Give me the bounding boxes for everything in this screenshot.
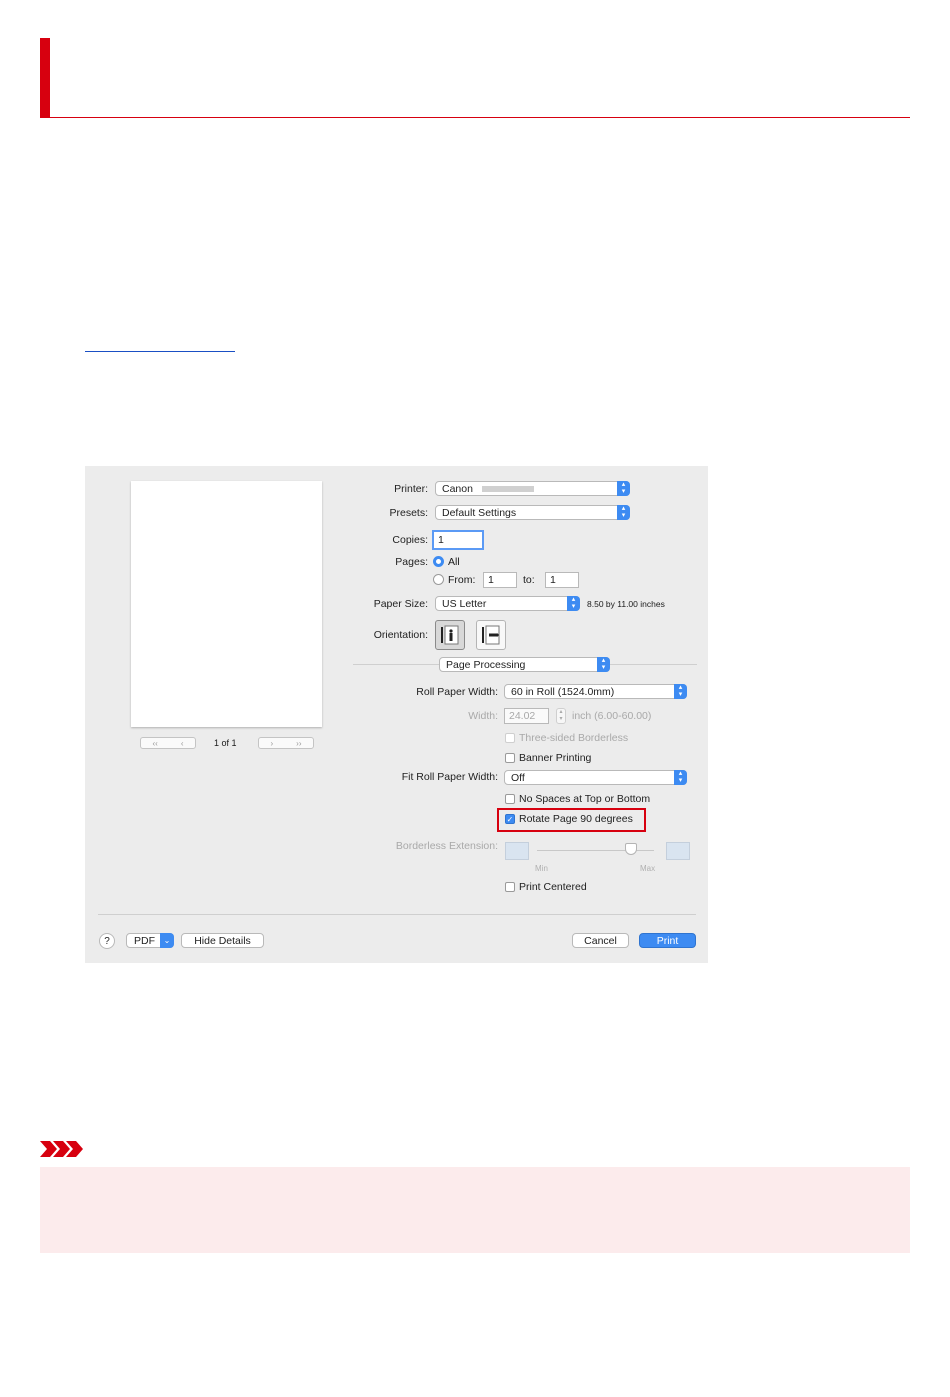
- pages-all-radio[interactable]: [433, 556, 444, 567]
- pdf-menu-button[interactable]: PDF ⌄: [126, 933, 174, 948]
- borderless-extension-label: Borderless Extension:: [395, 840, 498, 852]
- printer-popup[interactable]: Canon ▴ ▾: [435, 481, 630, 496]
- banner-printing-checkbox[interactable]: [505, 753, 515, 763]
- footer-separator: [98, 914, 696, 915]
- preview-prev-buttons[interactable]: ‹‹ ‹: [140, 737, 196, 749]
- borderless-max-icon: [666, 842, 690, 860]
- paper-size-value: US Letter: [442, 598, 487, 610]
- prev-page-icon[interactable]: ‹: [181, 739, 184, 748]
- fit-roll-paper-width-label: Fit Roll Paper Width:: [401, 771, 498, 783]
- orientation-label: Orientation:: [373, 629, 428, 641]
- landscape-icon: [482, 625, 500, 645]
- popup-arrows-icon: ▴ ▾: [617, 481, 630, 496]
- borderless-min-label: Min: [535, 864, 548, 873]
- orientation-portrait-button[interactable]: [435, 620, 465, 650]
- print-centered-label: Print Centered: [519, 881, 587, 893]
- pages-all-label: All: [448, 556, 460, 568]
- three-sided-borderless-label: Three-sided Borderless: [519, 732, 629, 744]
- printer-label: Printer:: [394, 483, 428, 495]
- important-chevrons-icon: [40, 1141, 83, 1157]
- banner-printing-label: Banner Printing: [519, 752, 592, 764]
- roll-paper-width-label: Roll Paper Width:: [416, 686, 498, 698]
- pages-label: Pages:: [395, 556, 428, 568]
- page-counter: 1 of 1: [214, 738, 237, 748]
- chevron-down-icon: ⌄: [160, 933, 174, 948]
- pages-from-radio[interactable]: [433, 574, 444, 585]
- popup-arrows-icon: ▴ ▾: [674, 684, 687, 699]
- title-rule: [40, 117, 910, 118]
- rotate-page-highlight-frame: [497, 808, 646, 832]
- width-field[interactable]: 24.02: [504, 708, 549, 724]
- fit-roll-paper-width-value: Off: [511, 772, 525, 784]
- width-label: Width:: [468, 710, 498, 722]
- borderless-min-icon: [505, 842, 529, 860]
- width-unit: inch (6.00-60.00): [572, 710, 652, 722]
- popup-arrows-icon: ▴ ▾: [617, 505, 630, 520]
- three-sided-borderless-checkbox[interactable]: [505, 733, 515, 743]
- paper-size-label: Paper Size:: [373, 598, 428, 610]
- section-value: Page Processing: [446, 659, 526, 671]
- popup-arrows-icon: ▴ ▾: [597, 657, 610, 672]
- presets-value: Default Settings: [442, 507, 517, 519]
- cancel-button[interactable]: Cancel: [572, 933, 629, 948]
- fit-roll-paper-width-popup[interactable]: Off ▴ ▾: [504, 770, 687, 785]
- title-accent-bar: [40, 38, 50, 118]
- popup-arrows-icon: ▴ ▾: [674, 770, 687, 785]
- presets-label: Presets:: [389, 507, 428, 519]
- roll-paper-width-popup[interactable]: 60 in Roll (1524.0mm) ▴ ▾: [504, 684, 687, 699]
- printer-value: Canon: [442, 483, 473, 495]
- paper-size-popup[interactable]: US Letter ▴ ▾: [435, 596, 580, 611]
- important-note-box: [40, 1167, 910, 1253]
- no-spaces-checkbox[interactable]: [505, 794, 515, 804]
- pdf-label: PDF: [134, 935, 155, 947]
- pages-from-field[interactable]: 1: [483, 572, 517, 588]
- print-centered-checkbox[interactable]: [505, 882, 515, 892]
- pages-from-label: From:: [448, 574, 476, 586]
- popup-arrows-icon: ▴ ▾: [567, 596, 580, 611]
- next-page-icon[interactable]: ›: [271, 739, 274, 748]
- last-page-icon[interactable]: ››: [296, 739, 301, 748]
- portrait-icon: [441, 625, 459, 645]
- printer-model-redacted: [481, 486, 534, 493]
- pages-to-field[interactable]: 1: [545, 572, 579, 588]
- borderless-slider-thumb[interactable]: [624, 843, 637, 855]
- section-popup[interactable]: Page Processing ▴ ▾: [439, 657, 610, 672]
- preview-next-buttons[interactable]: › ››: [258, 737, 314, 749]
- paper-size-info: 8.50 by 11.00 inches: [587, 599, 665, 609]
- help-button[interactable]: ?: [99, 933, 115, 949]
- first-page-icon[interactable]: ‹‹: [153, 739, 158, 748]
- width-stepper[interactable]: ▴ ▾: [556, 708, 566, 724]
- print-button[interactable]: Print: [639, 933, 696, 948]
- borderless-max-label: Max: [640, 864, 656, 873]
- no-spaces-label: No Spaces at Top or Bottom: [519, 793, 651, 805]
- orientation-landscape-button[interactable]: [476, 620, 506, 650]
- copies-label: Copies:: [392, 534, 428, 546]
- copies-field[interactable]: 1: [432, 530, 484, 550]
- link-underline[interactable]: [85, 351, 235, 352]
- print-preview-page: [131, 481, 322, 727]
- pages-to-label: to:: [523, 574, 535, 586]
- presets-popup[interactable]: Default Settings ▴ ▾: [435, 505, 630, 520]
- roll-paper-width-value: 60 in Roll (1524.0mm): [511, 686, 615, 698]
- hide-details-button[interactable]: Hide Details: [181, 933, 264, 948]
